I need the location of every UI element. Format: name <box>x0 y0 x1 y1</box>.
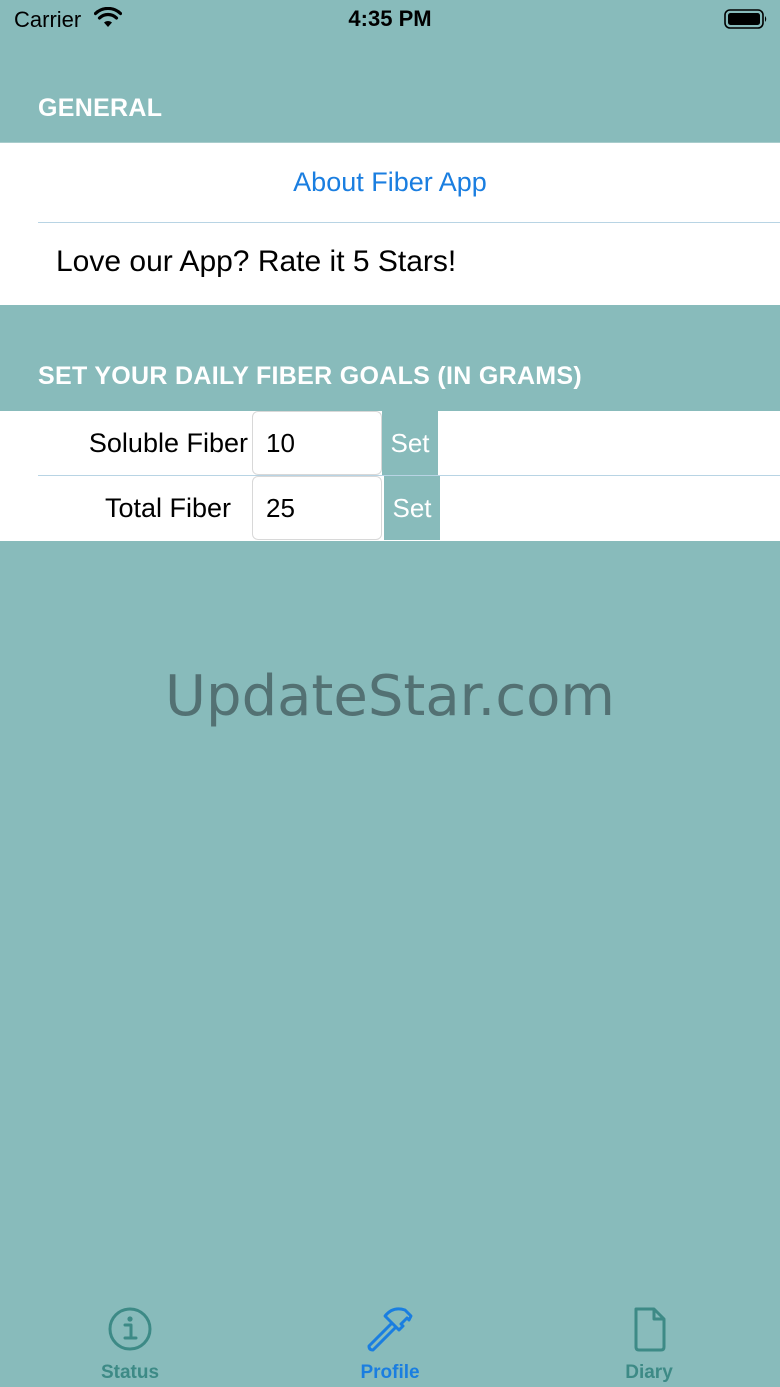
fiber-goals-group: Soluble Fiber Set Total Fiber Set <box>0 411 780 541</box>
rate-app-row[interactable]: Love our App? Rate it 5 Stars! <box>0 223 780 305</box>
watermark-text: UpdateStar.com <box>165 664 615 729</box>
battery-icon <box>724 9 767 29</box>
tab-status[interactable]: Status <box>50 1290 210 1387</box>
set-total-fiber-button[interactable]: Set <box>384 476 440 540</box>
rate-app-label[interactable]: Love our App? Rate it 5 Stars! <box>56 245 456 279</box>
document-icon <box>634 1307 666 1352</box>
total-fiber-input[interactable] <box>252 476 382 540</box>
set-soluble-fiber-button[interactable]: Set <box>382 411 438 475</box>
soluble-fiber-label: Soluble Fiber <box>88 428 248 458</box>
about-row[interactable]: About Fiber App <box>0 143 780 223</box>
general-section-header: GENERAL <box>38 94 163 122</box>
soluble-fiber-row: Soluble Fiber Set <box>0 411 780 475</box>
about-fiber-app-link[interactable]: About Fiber App <box>0 167 780 198</box>
total-fiber-label: Total Fiber <box>104 493 231 523</box>
tab-status-label: Status <box>100 1362 160 1383</box>
tab-profile[interactable]: Profile <box>310 1290 470 1387</box>
fiber-goals-section-header: SET YOUR DAILY FIBER GOALS (IN GRAMS) <box>38 362 583 390</box>
total-fiber-row: Total Fiber Set <box>0 476 780 540</box>
status-bar: Carrier 4:35 PM <box>0 0 780 40</box>
general-group: About Fiber App Love our App? Rate it 5 … <box>0 142 780 305</box>
clock: 4:35 PM <box>348 6 432 31</box>
tab-profile-label: Profile <box>360 1362 420 1383</box>
soluble-fiber-input[interactable] <box>252 411 382 475</box>
tab-bar: Status Profile Diary <box>0 1290 780 1387</box>
info-icon <box>108 1307 152 1351</box>
tab-diary-label: Diary <box>625 1362 673 1383</box>
hammer-icon <box>367 1307 413 1352</box>
tab-diary[interactable]: Diary <box>569 1290 729 1387</box>
